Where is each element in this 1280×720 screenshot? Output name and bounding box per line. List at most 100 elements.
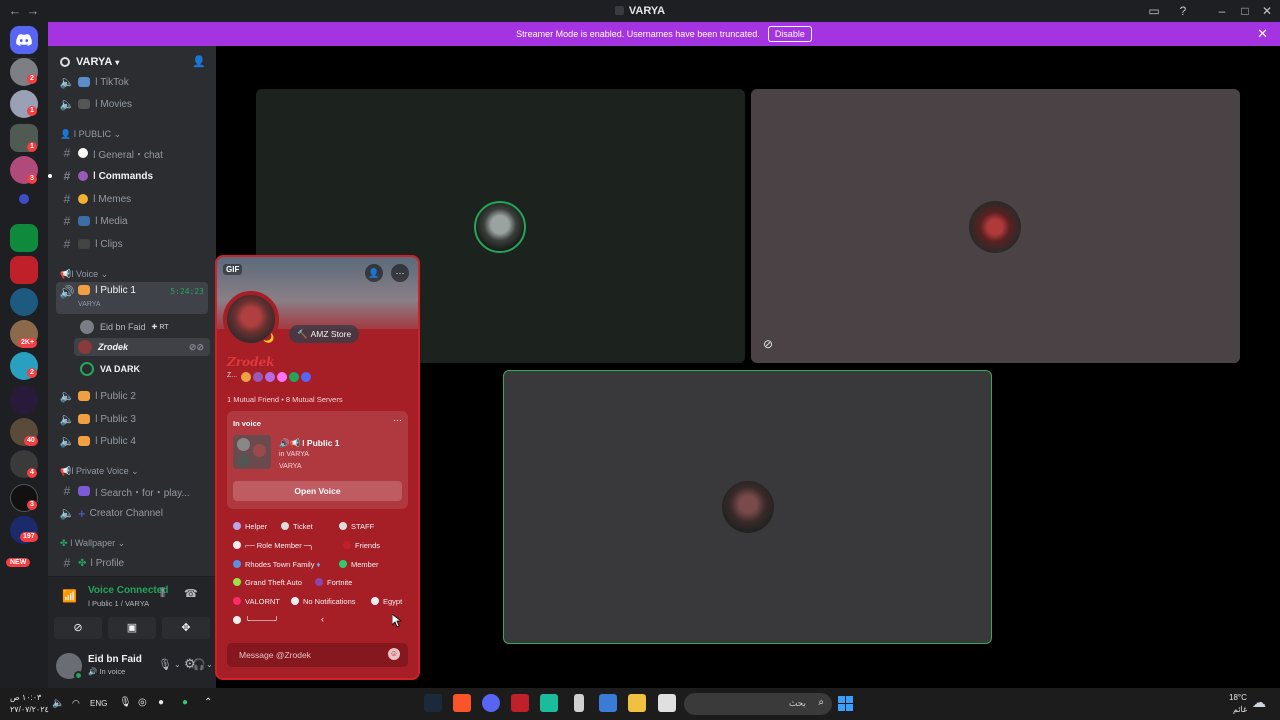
role-pill: Rhodes Town Family ♦	[233, 557, 320, 571]
deafened-icon: ⊘	[763, 337, 774, 351]
add-friend-icon[interactable]: 👤	[365, 264, 383, 282]
channel-tiktok[interactable]: 🔈 ǀ TikTok	[56, 72, 208, 92]
channel-clips[interactable]: # ǀ Clips	[56, 234, 208, 254]
minimize-icon[interactable]: –	[1214, 3, 1230, 19]
disconnect-icon[interactable]: ☎	[184, 587, 198, 600]
invite-people-icon[interactable]: 👤	[192, 55, 206, 68]
video-tile[interactable]: ⊘	[751, 89, 1240, 363]
screen-share-button[interactable]: ▣	[108, 617, 156, 639]
close-banner-icon[interactable]: ✕	[1257, 26, 1268, 42]
category-private-voice[interactable]: 📢ǀ Private Voice ⌄	[60, 466, 139, 477]
channel-search-for-play[interactable]: # ǀ Search・for・play...	[56, 481, 208, 501]
volume-icon[interactable]: 🔈	[52, 698, 64, 709]
voice-channel-public-1[interactable]: 🔊 ǀ Public 1 5:24:23 VARYA	[56, 282, 208, 314]
discord-taskbar-icon[interactable]	[482, 694, 500, 712]
mutuals[interactable]: 1 Mutual Friend • 8 Mutual Servers	[227, 395, 343, 404]
more-options-icon[interactable]: ⋯	[391, 264, 409, 282]
discord-home-icon[interactable]	[10, 26, 38, 54]
settings-gear-icon[interactable]: ⚙	[184, 656, 196, 672]
role-color-dot	[233, 541, 241, 549]
channel-movies[interactable]: 🔈 ǀ Movies	[56, 94, 208, 114]
role-pill: Ticket	[281, 519, 313, 533]
microphone-icon[interactable]: 🎙	[119, 697, 132, 708]
voicemeeter-taskbar-icon[interactable]	[511, 694, 529, 712]
close-window-icon[interactable]: ✕	[1259, 3, 1275, 19]
brave-taskbar-icon[interactable]	[453, 694, 471, 712]
inbox-icon[interactable]: ▭	[1146, 3, 1162, 19]
chevron-down-icon[interactable]: ⌄	[174, 660, 181, 669]
language-indicator[interactable]: ENG	[90, 699, 107, 708]
app-taskbar-icon[interactable]	[658, 694, 676, 712]
speaker-icon: 🔈	[59, 434, 75, 448]
folder-icon[interactable]	[19, 194, 29, 204]
server-icon[interactable]	[10, 224, 38, 252]
user-name[interactable]: Eid bn Faid	[88, 654, 142, 665]
voice-user-row[interactable]: Eid bn Faid ✚ RT	[80, 318, 169, 336]
cloud-icon[interactable]: ☁	[1252, 694, 1266, 711]
role-color-dot	[233, 578, 241, 586]
server-icon[interactable]	[10, 256, 38, 284]
voice-channel-public-4[interactable]: 🔈 ǀ Public 4	[56, 431, 208, 451]
voice-user-row[interactable]: VA DARK	[80, 360, 140, 378]
voice-user-row[interactable]: Zrodek ⊘⊘	[74, 338, 210, 356]
megaphone-icon: 📢	[60, 466, 72, 476]
person-icon: 👤	[60, 129, 72, 139]
video-tile-speaking[interactable]	[503, 370, 992, 644]
clover-icon: ✤	[78, 557, 87, 569]
camera-off-button[interactable]: ⊘	[54, 617, 102, 639]
deafened-icon: ⊘⊘	[188, 341, 204, 352]
role-color-dot	[371, 597, 379, 605]
voice-channel-public-3[interactable]: 🔈 ǀ Public 3	[56, 409, 208, 429]
store-taskbar-icon[interactable]	[599, 694, 617, 712]
steam-taskbar-icon[interactable]	[424, 694, 442, 712]
channel-general-chat[interactable]: # ǀ General・chat	[56, 143, 208, 163]
mouse-app-taskbar-icon[interactable]	[574, 694, 584, 712]
category-wallpaper[interactable]: ✤ ǀ Wallpaper ⌄	[60, 538, 125, 549]
maximize-icon[interactable]: □	[1237, 3, 1253, 19]
emoji-icon[interactable]: ☺	[388, 648, 400, 660]
image-icon	[78, 216, 90, 226]
channel-commands[interactable]: # ǀ Commands	[48, 166, 208, 186]
message-input[interactable]: Message @Zrodek ☺	[227, 643, 408, 667]
voice-channel-public-2[interactable]: 🔈 ǀ Public 2	[56, 386, 208, 406]
chevron-down-icon[interactable]: ⌄	[206, 660, 213, 669]
megaphone-icon: 📢	[60, 269, 72, 279]
voice-location[interactable]: ǀ Public 1 / VARYA	[88, 599, 149, 608]
search-placeholder: بحث	[788, 698, 806, 708]
steam-tray-icon[interactable]: ●	[158, 697, 164, 708]
help-icon[interactable]: ?	[1175, 3, 1191, 19]
clock-date[interactable]: ٢٧/٠٧/٢٠٢٤	[10, 705, 49, 714]
more-options-icon[interactable]: ⋯	[393, 415, 402, 426]
speech-bubble-icon	[78, 148, 88, 158]
activities-button[interactable]: ✥	[162, 617, 210, 639]
role-color-dot	[233, 597, 241, 605]
voice-timer: 5:24:23	[170, 287, 204, 296]
category-voice[interactable]: 📢ǀ Voice ⌄	[60, 269, 108, 280]
open-voice-button[interactable]: Open Voice	[233, 481, 402, 501]
clock-time[interactable]: ١٠:٠٣ ص	[10, 693, 41, 702]
channel-profile[interactable]: # ✤ ǀ Profile	[56, 553, 208, 573]
app-taskbar-icon[interactable]	[540, 694, 558, 712]
server-icon[interactable]	[10, 386, 38, 414]
megaphone-icon	[78, 391, 90, 401]
disable-streamer-mode-button[interactable]: Disable	[767, 26, 812, 42]
file-explorer-taskbar-icon[interactable]	[628, 694, 646, 712]
windows-start-icon[interactable]	[838, 696, 854, 712]
server-icon[interactable]	[10, 288, 38, 316]
channel-media[interactable]: # ǀ Media	[56, 211, 208, 231]
chevron-up-icon[interactable]: ⌃	[204, 697, 212, 708]
microphone-icon[interactable]: 🎙	[158, 658, 172, 671]
weather-temp[interactable]: 18°C	[1229, 693, 1247, 702]
weather-condition[interactable]: غائم	[1233, 705, 1247, 714]
wifi-icon[interactable]: ◠	[72, 698, 80, 709]
in-voice-card: In voice ⋯ 🔊📢 ǀ Public 1 in VARYA VARYA O…	[227, 411, 408, 509]
tray-app-icon[interactable]: ◎	[138, 697, 147, 708]
user-status: 🔊 In voice	[88, 667, 126, 676]
channel-memes[interactable]: # ǀ Memes	[56, 189, 208, 209]
taskbar-search-input[interactable]: بحث ⌕	[684, 693, 832, 715]
speaker-icon: 🔈	[59, 412, 75, 426]
category-public[interactable]: 👤 ǀ PUBLIC ⌄	[60, 129, 121, 140]
noise-suppression-icon[interactable]: ⫼	[160, 587, 165, 600]
voice-channel-creator[interactable]: 🔈 + Creator Channel	[56, 503, 208, 523]
tray-app-icon[interactable]: ●	[182, 697, 188, 708]
